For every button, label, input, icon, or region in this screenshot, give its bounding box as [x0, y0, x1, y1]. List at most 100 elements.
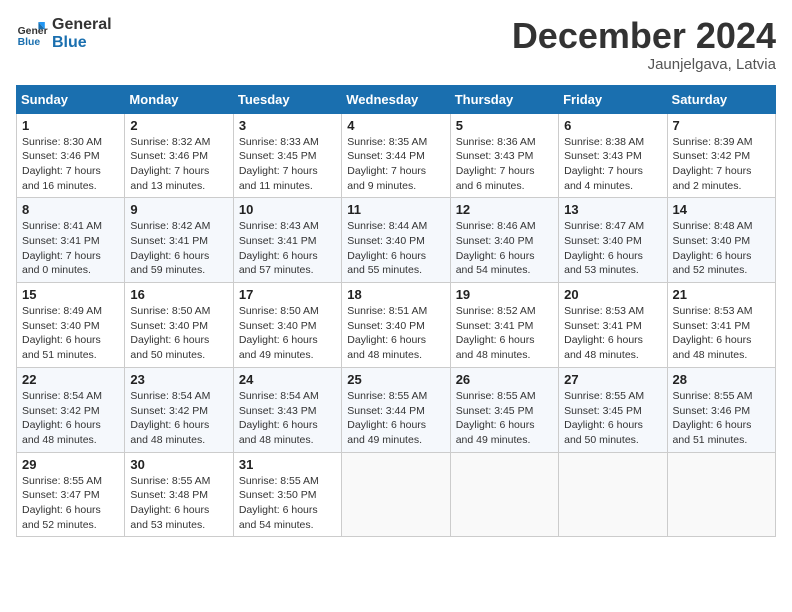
day-number: 14 [673, 202, 770, 217]
day-number: 20 [564, 287, 661, 302]
calendar-day-18: 18Sunrise: 8:51 AMSunset: 3:40 PMDayligh… [342, 283, 450, 368]
calendar-day-14: 14 Sunrise: 8:48 AMSunset: 3:40 PMDayligh… [667, 198, 775, 283]
svg-text:Blue: Blue [18, 37, 41, 48]
day-info: Sunrise: 8:49 AMSunset: 3:40 PMDaylight:… [22, 304, 119, 363]
calendar-day-1: 1 Sunrise: 8:30 AMSunset: 3:46 PMDaylight… [17, 113, 125, 198]
weekday-header-sunday: Sunday [17, 85, 125, 113]
day-info: Sunrise: 8:55 AMSunset: 3:47 PMDaylight:… [22, 474, 119, 533]
weekday-header-saturday: Saturday [667, 85, 775, 113]
day-number: 19 [456, 287, 553, 302]
day-number: 25 [347, 372, 444, 387]
logo: General Blue General Blue [16, 16, 112, 51]
day-number: 21 [673, 287, 770, 302]
day-number: 18 [347, 287, 444, 302]
calendar-day-24: 24 Sunrise: 8:54 AMSunset: 3:43 PMDayligh… [233, 367, 341, 452]
day-number: 30 [130, 457, 227, 472]
day-info: Sunrise: 8:55 AMSunset: 3:48 PMDaylight:… [130, 474, 227, 533]
day-number: 6 [564, 118, 661, 133]
day-number: 17 [239, 287, 336, 302]
day-number: 24 [239, 372, 336, 387]
day-info: Sunrise: 8:55 AMSunset: 3:44 PMDaylight:… [347, 389, 444, 448]
day-info: Sunrise: 8:53 AMSunset: 3:41 PMDaylight:… [673, 304, 770, 363]
day-info: Sunrise: 8:33 AMSunset: 3:45 PMDaylight:… [239, 135, 336, 194]
calendar-day-8: 8 Sunrise: 8:41 AMSunset: 3:41 PMDaylight… [17, 198, 125, 283]
day-info: Sunrise: 8:55 AMSunset: 3:50 PMDaylight:… [239, 474, 336, 533]
day-info: Sunrise: 8:53 AMSunset: 3:41 PMDaylight:… [564, 304, 661, 363]
day-info: Sunrise: 8:50 AMSunset: 3:40 PMDaylight:… [130, 304, 227, 363]
day-info: Sunrise: 8:39 AMSunset: 3:42 PMDaylight:… [673, 135, 770, 194]
day-number: 4 [347, 118, 444, 133]
day-info: Sunrise: 8:54 AMSunset: 3:43 PMDaylight:… [239, 389, 336, 448]
calendar-day-4: 4 Sunrise: 8:35 AMSunset: 3:44 PMDaylight… [342, 113, 450, 198]
day-number: 27 [564, 372, 661, 387]
day-info: Sunrise: 8:55 AMSunset: 3:45 PMDaylight:… [456, 389, 553, 448]
calendar-day-22: 22 Sunrise: 8:54 AMSunset: 3:42 PMDayligh… [17, 367, 125, 452]
day-number: 31 [239, 457, 336, 472]
weekday-header-monday: Monday [125, 85, 233, 113]
day-number: 26 [456, 372, 553, 387]
calendar-day-13: 13 Sunrise: 8:47 AMSunset: 3:40 PMDayligh… [559, 198, 667, 283]
day-info: Sunrise: 8:35 AMSunset: 3:44 PMDaylight:… [347, 135, 444, 194]
day-number: 10 [239, 202, 336, 217]
month-title: December 2024 [512, 16, 776, 56]
calendar-day-2: 2Sunrise: 8:32 AMSunset: 3:46 PMDaylight… [125, 113, 233, 198]
calendar-day-31: 31 Sunrise: 8:55 AMSunset: 3:50 PMDayligh… [233, 452, 341, 537]
calendar-day-27: 27Sunrise: 8:55 AMSunset: 3:45 PMDayligh… [559, 367, 667, 452]
calendar-day-12: 12Sunrise: 8:46 AMSunset: 3:40 PMDayligh… [450, 198, 558, 283]
calendar-week-2: 8 Sunrise: 8:41 AMSunset: 3:41 PMDaylight… [17, 198, 776, 283]
weekday-header-thursday: Thursday [450, 85, 558, 113]
weekday-header-wednesday: Wednesday [342, 85, 450, 113]
day-number: 8 [22, 202, 119, 217]
calendar-week-5: 29Sunrise: 8:55 AMSunset: 3:47 PMDayligh… [17, 452, 776, 537]
location: Jaunjelgava, Latvia [512, 56, 776, 73]
calendar-day-10: 10 Sunrise: 8:43 AMSunset: 3:41 PMDayligh… [233, 198, 341, 283]
day-number: 7 [673, 118, 770, 133]
calendar-day-28: 28 Sunrise: 8:55 AMSunset: 3:46 PMDayligh… [667, 367, 775, 452]
calendar-day-23: 23Sunrise: 8:54 AMSunset: 3:42 PMDayligh… [125, 367, 233, 452]
day-info: Sunrise: 8:41 AMSunset: 3:41 PMDaylight:… [22, 219, 119, 278]
day-number: 3 [239, 118, 336, 133]
day-number: 28 [673, 372, 770, 387]
day-info: Sunrise: 8:54 AMSunset: 3:42 PMDaylight:… [22, 389, 119, 448]
title-block: December 2024 Jaunjelgava, Latvia [512, 16, 776, 73]
calendar-table: SundayMondayTuesdayWednesdayThursdayFrid… [16, 85, 776, 538]
day-number: 13 [564, 202, 661, 217]
calendar-day-19: 19Sunrise: 8:52 AMSunset: 3:41 PMDayligh… [450, 283, 558, 368]
calendar-day-6: 6Sunrise: 8:38 AMSunset: 3:43 PMDaylight… [559, 113, 667, 198]
calendar-day-21: 21 Sunrise: 8:53 AMSunset: 3:41 PMDayligh… [667, 283, 775, 368]
calendar-day-30: 30 Sunrise: 8:55 AMSunset: 3:48 PMDayligh… [125, 452, 233, 537]
calendar-day-25: 25 Sunrise: 8:55 AMSunset: 3:44 PMDayligh… [342, 367, 450, 452]
day-info: Sunrise: 8:43 AMSunset: 3:41 PMDaylight:… [239, 219, 336, 278]
day-number: 5 [456, 118, 553, 133]
calendar-day-17: 17 Sunrise: 8:50 AMSunset: 3:40 PMDayligh… [233, 283, 341, 368]
calendar-week-4: 22 Sunrise: 8:54 AMSunset: 3:42 PMDayligh… [17, 367, 776, 452]
calendar-day-26: 26 Sunrise: 8:55 AMSunset: 3:45 PMDayligh… [450, 367, 558, 452]
day-info: Sunrise: 8:30 AMSunset: 3:46 PMDaylight:… [22, 135, 119, 194]
day-info: Sunrise: 8:36 AMSunset: 3:43 PMDaylight:… [456, 135, 553, 194]
day-number: 11 [347, 202, 444, 217]
calendar-day-15: 15 Sunrise: 8:49 AMSunset: 3:40 PMDayligh… [17, 283, 125, 368]
day-info: Sunrise: 8:50 AMSunset: 3:40 PMDaylight:… [239, 304, 336, 363]
weekday-header-friday: Friday [559, 85, 667, 113]
day-info: Sunrise: 8:48 AMSunset: 3:40 PMDaylight:… [673, 219, 770, 278]
day-number: 23 [130, 372, 227, 387]
day-info: Sunrise: 8:55 AMSunset: 3:46 PMDaylight:… [673, 389, 770, 448]
calendar-day-5: 5 Sunrise: 8:36 AMSunset: 3:43 PMDaylight… [450, 113, 558, 198]
day-info: Sunrise: 8:47 AMSunset: 3:40 PMDaylight:… [564, 219, 661, 278]
day-info: Sunrise: 8:42 AMSunset: 3:41 PMDaylight:… [130, 219, 227, 278]
empty-cell [559, 452, 667, 537]
day-number: 16 [130, 287, 227, 302]
logo-general: General [52, 16, 112, 34]
logo-blue: Blue [52, 34, 112, 52]
calendar-day-9: 9Sunrise: 8:42 AMSunset: 3:41 PMDaylight… [125, 198, 233, 283]
day-number: 12 [456, 202, 553, 217]
weekday-header-tuesday: Tuesday [233, 85, 341, 113]
day-number: 15 [22, 287, 119, 302]
day-number: 1 [22, 118, 119, 133]
calendar-day-7: 7 Sunrise: 8:39 AMSunset: 3:42 PMDaylight… [667, 113, 775, 198]
day-number: 22 [22, 372, 119, 387]
day-number: 2 [130, 118, 227, 133]
day-info: Sunrise: 8:44 AMSunset: 3:40 PMDaylight:… [347, 219, 444, 278]
calendar-day-20: 20 Sunrise: 8:53 AMSunset: 3:41 PMDayligh… [559, 283, 667, 368]
empty-cell [667, 452, 775, 537]
